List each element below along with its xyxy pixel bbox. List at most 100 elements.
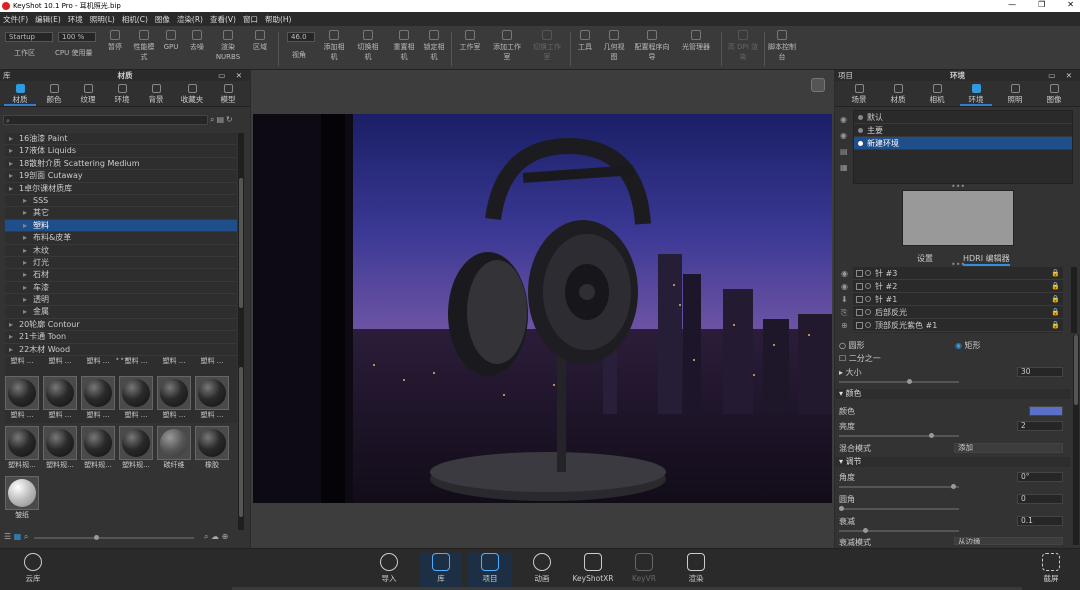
material-thumbnail[interactable]: 塑料 ... (156, 376, 192, 420)
switch-studio-button[interactable]: 切换工作室 (532, 30, 562, 62)
tab-scene[interactable]: 场景 (843, 82, 875, 106)
project-button[interactable]: 项目 (468, 553, 512, 589)
light-solo-radio[interactable] (865, 270, 871, 276)
expand-arrow-icon[interactable]: ▸ (23, 195, 33, 206)
panel-window-icons[interactable]: ▭ ✕ (218, 70, 246, 81)
pause-button[interactable]: 暂停 (104, 30, 126, 52)
tree-folder-item[interactable]: ▸ 透明 (5, 294, 237, 307)
environment-item-default[interactable]: 默认 (854, 111, 1072, 124)
material-thumbnail[interactable]: 塑料 ... (4, 376, 40, 420)
material-thumbnail[interactable]: 塑料规... (80, 426, 116, 470)
grid-view-icon[interactable]: ▦ (14, 532, 22, 541)
studio-button[interactable]: 工作室 (456, 30, 484, 52)
keyshotxr-button[interactable]: KeyShotXR (570, 553, 616, 584)
menu-file[interactable]: 文件(F) (3, 14, 28, 25)
tree-folder-item[interactable]: ▸ 车漆 (5, 282, 237, 295)
list-view-icon[interactable]: ☰ (4, 532, 11, 541)
expand-arrow-icon[interactable]: ▸ (23, 306, 33, 317)
tools-button[interactable]: 工具 (576, 30, 594, 52)
render-button[interactable]: 渲染 (680, 553, 712, 584)
hdri-preview[interactable] (902, 190, 1014, 246)
render-viewport[interactable] (251, 70, 834, 548)
menu-window[interactable]: 窗口 (243, 14, 258, 25)
thumbs-scrollbar-thumb[interactable] (239, 367, 243, 517)
tree-folder-item[interactable]: ▸ 1卓尔课材质库 (5, 183, 237, 195)
roundness-field[interactable]: 0 (1017, 494, 1063, 504)
light-visibility-checkbox[interactable] (856, 283, 863, 290)
reset-camera-button[interactable]: 重置相机 (392, 30, 416, 62)
falloff-slider[interactable] (839, 528, 959, 533)
tab-materials[interactable]: 材质 (4, 82, 36, 106)
minimize-icon[interactable]: — (1008, 0, 1016, 9)
menu-render[interactable]: 渲染(R) (177, 14, 203, 25)
tab-textures[interactable]: 纹理 (72, 82, 104, 106)
region-button[interactable]: 区域 (248, 30, 272, 52)
brightness-slider[interactable] (839, 433, 959, 438)
tab-backgrounds[interactable]: 背景 (140, 82, 172, 106)
color-swatch[interactable] (1029, 406, 1063, 416)
expand-arrow-icon[interactable]: ▸ (23, 207, 33, 218)
lock-icon[interactable]: 🔒 (1051, 280, 1060, 293)
menu-view[interactable]: 查看(V) (210, 14, 236, 25)
expand-arrow-icon[interactable]: ▸ (9, 319, 19, 330)
tab-hdri-editor[interactable]: HDRI 编辑器 (963, 253, 1010, 266)
expand-arrow-icon[interactable]: ▸ (23, 232, 33, 243)
tab-favorites[interactable]: 收藏夹 (176, 82, 208, 106)
expand-arrow-icon[interactable]: ▸ (9, 145, 19, 156)
thumbs-scrollbar[interactable] (238, 362, 244, 530)
switch-camera-button[interactable]: 切换相机 (356, 30, 380, 62)
props-scrollbar[interactable] (1073, 335, 1079, 545)
material-thumbnail[interactable]: 塑料 ... (42, 356, 78, 366)
viewport-overlay-icon[interactable] (811, 78, 825, 92)
expand-arrow-icon[interactable]: ▸ (23, 294, 33, 305)
expand-arrow-icon[interactable]: ▸ (9, 344, 19, 355)
panel-window-icons[interactable]: ▭ ✕ (1048, 70, 1076, 81)
props-scrollbar-thumb[interactable] (1074, 335, 1078, 405)
tab-models[interactable]: 模型 (212, 82, 244, 106)
expand-arrow-icon[interactable]: ▸ (9, 331, 19, 342)
size-slider[interactable] (839, 379, 959, 384)
material-thumbnail[interactable]: 橡胶 (194, 426, 230, 470)
material-thumbnail[interactable]: 塑料 ... (194, 356, 230, 366)
tree-folder-item[interactable]: ▸ 金属 (5, 306, 237, 319)
material-thumbnail[interactable]: 塑料 ... (118, 376, 154, 420)
fov-field[interactable]: 46.0 (287, 32, 315, 42)
script-console-button[interactable]: 脚本控制台 (768, 30, 796, 62)
import-button[interactable]: 导入 (374, 553, 404, 584)
material-thumbnail[interactable]: 塑料 ... (4, 356, 40, 366)
library-button[interactable]: 库 (420, 553, 462, 589)
tree-folder-item[interactable]: ▸ 其它 (5, 207, 237, 220)
add-studio-button[interactable]: 添加工作室 (492, 30, 522, 62)
brightness-field[interactable]: 2 (1017, 421, 1063, 431)
lock-icon[interactable]: 🔒 (1051, 306, 1060, 319)
expand-arrow-icon[interactable]: ▸ (23, 257, 33, 268)
tree-folder-item[interactable]: ▸ 灯光 (5, 257, 237, 270)
keyvr-button[interactable]: KeyVR (628, 553, 660, 584)
menu-camera[interactable]: 相机(C) (122, 14, 148, 25)
expand-arrow-icon[interactable]: ▸ (9, 170, 19, 181)
tree-folder-item[interactable]: ▸ 20轮廓 Contour (5, 319, 237, 332)
lock-icon[interactable]: 🔒 (1051, 293, 1060, 306)
angle-slider[interactable] (839, 484, 959, 489)
maximize-icon[interactable]: ❐ (1038, 0, 1045, 9)
hdri-light-item[interactable]: 顶部反光紫色 #1 🔒 (853, 319, 1063, 332)
light-visibility-checkbox[interactable] (856, 322, 863, 329)
light-visibility-checkbox[interactable] (856, 309, 863, 316)
tab-colors[interactable]: 颜色 (38, 82, 70, 106)
expand-arrow-icon[interactable]: ▸ (23, 220, 33, 231)
tree-scrollbar-thumb[interactable] (239, 178, 243, 308)
environment-item-main[interactable]: 主要 (854, 124, 1072, 137)
expand-arrow-icon[interactable]: ▸ (23, 245, 33, 256)
animation-button[interactable]: 动画 (525, 553, 559, 584)
material-thumbnail[interactable]: 塑料规... (4, 426, 40, 470)
light-list-tools[interactable]: ◉ ◉ ⬇ ⎘ ⊕ (841, 267, 851, 332)
blend-mode-select[interactable]: 添加 (954, 443, 1063, 453)
tree-folder-item[interactable]: ▸ 塑料 (5, 219, 237, 233)
close-icon[interactable]: ✕ (1067, 0, 1074, 9)
library-search-tools-icon[interactable]: ⌕▤↻ (210, 115, 235, 125)
material-thumbnail[interactable]: 塑料 ... (118, 356, 154, 366)
render-nurbs-button[interactable]: 渲染 NURBS (214, 30, 242, 62)
environment-item-new[interactable]: 新建环境 (854, 137, 1072, 150)
view-angle-button[interactable]: 视角 (288, 50, 310, 60)
tree-folder-item[interactable]: ▸ 16油漆 Paint (5, 133, 237, 146)
